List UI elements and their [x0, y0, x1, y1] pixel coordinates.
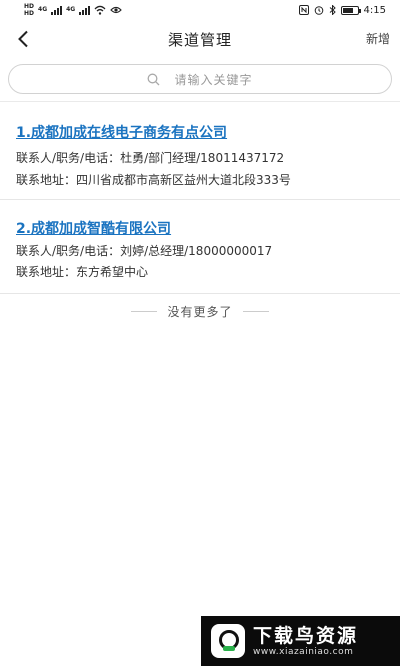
channel-address: 联系地址：东方希望中心	[16, 265, 149, 279]
status-left: HD HD 4G 4G	[24, 2, 123, 17]
channel-contact: 联系人/职务/电话：刘婷/总经理/18000000017	[16, 244, 273, 258]
watermark-url: www.xiazainiao.com	[253, 647, 354, 657]
status-time: 4:15	[363, 4, 386, 16]
search-input[interactable]: 请输入关键字	[8, 64, 392, 94]
status-bar: HD HD 4G 4G 4:15	[0, 0, 400, 20]
channel-name-link[interactable]: 1.成都加成在线电子商务有点公司	[16, 122, 227, 142]
back-button[interactable]	[12, 28, 34, 50]
eye-icon	[110, 6, 123, 14]
battery-icon	[340, 5, 361, 15]
channel-card[interactable]: 1.成都加成在线电子商务有点公司 联系人/职务/电话：杜勇/部门经理/18011…	[0, 102, 400, 200]
search-placeholder: 请输入关键字	[174, 72, 253, 87]
network-label-top: HD	[24, 2, 35, 10]
watermark-text: 下载鸟资源 www.xiazainiao.com	[253, 625, 358, 657]
list-end-tip: 没有更多了	[0, 302, 400, 320]
channel-address: 联系地址：四川省成都市高新区益州大道北段333号	[16, 173, 291, 187]
network-indicator: HD HD	[24, 2, 35, 17]
channel-contact: 联系人/职务/电话：杜勇/部门经理/18011437172	[16, 151, 285, 165]
alarm-icon	[314, 6, 323, 15]
battery-level	[342, 7, 354, 13]
network-type-label: 4G	[38, 6, 48, 13]
search-section: 请输入关键字	[0, 58, 400, 102]
nav-bar: 渠道管理 新增	[0, 20, 400, 58]
channel-name-link[interactable]: 2.成都加成智酷有限公司	[16, 218, 171, 238]
network-type-label-2: 4G	[66, 6, 76, 13]
signal-icon	[51, 5, 63, 15]
watermark-logo-icon	[211, 624, 245, 658]
nfc-icon	[298, 5, 309, 15]
add-channel-button[interactable]: 新增	[366, 30, 390, 47]
wifi-icon	[94, 5, 106, 15]
search-icon	[148, 73, 160, 85]
bluetooth-icon	[329, 5, 336, 15]
page-title: 渠道管理	[167, 30, 232, 49]
watermark-title: 下载鸟资源	[253, 625, 359, 647]
list-end-text: 没有更多了	[167, 304, 233, 319]
signal-icon-2	[79, 5, 91, 15]
divider-line	[131, 310, 158, 312]
chevron-left-icon	[18, 30, 28, 48]
status-right: 4:15	[298, 4, 386, 16]
network-label-bottom: HD	[24, 9, 35, 17]
channel-card[interactable]: 2.成都加成智酷有限公司 联系人/职务/电话：刘婷/总经理/1800000001…	[0, 200, 400, 294]
divider-line	[242, 310, 269, 312]
watermark-banner: 下载鸟资源 www.xiazainiao.com	[201, 616, 400, 666]
